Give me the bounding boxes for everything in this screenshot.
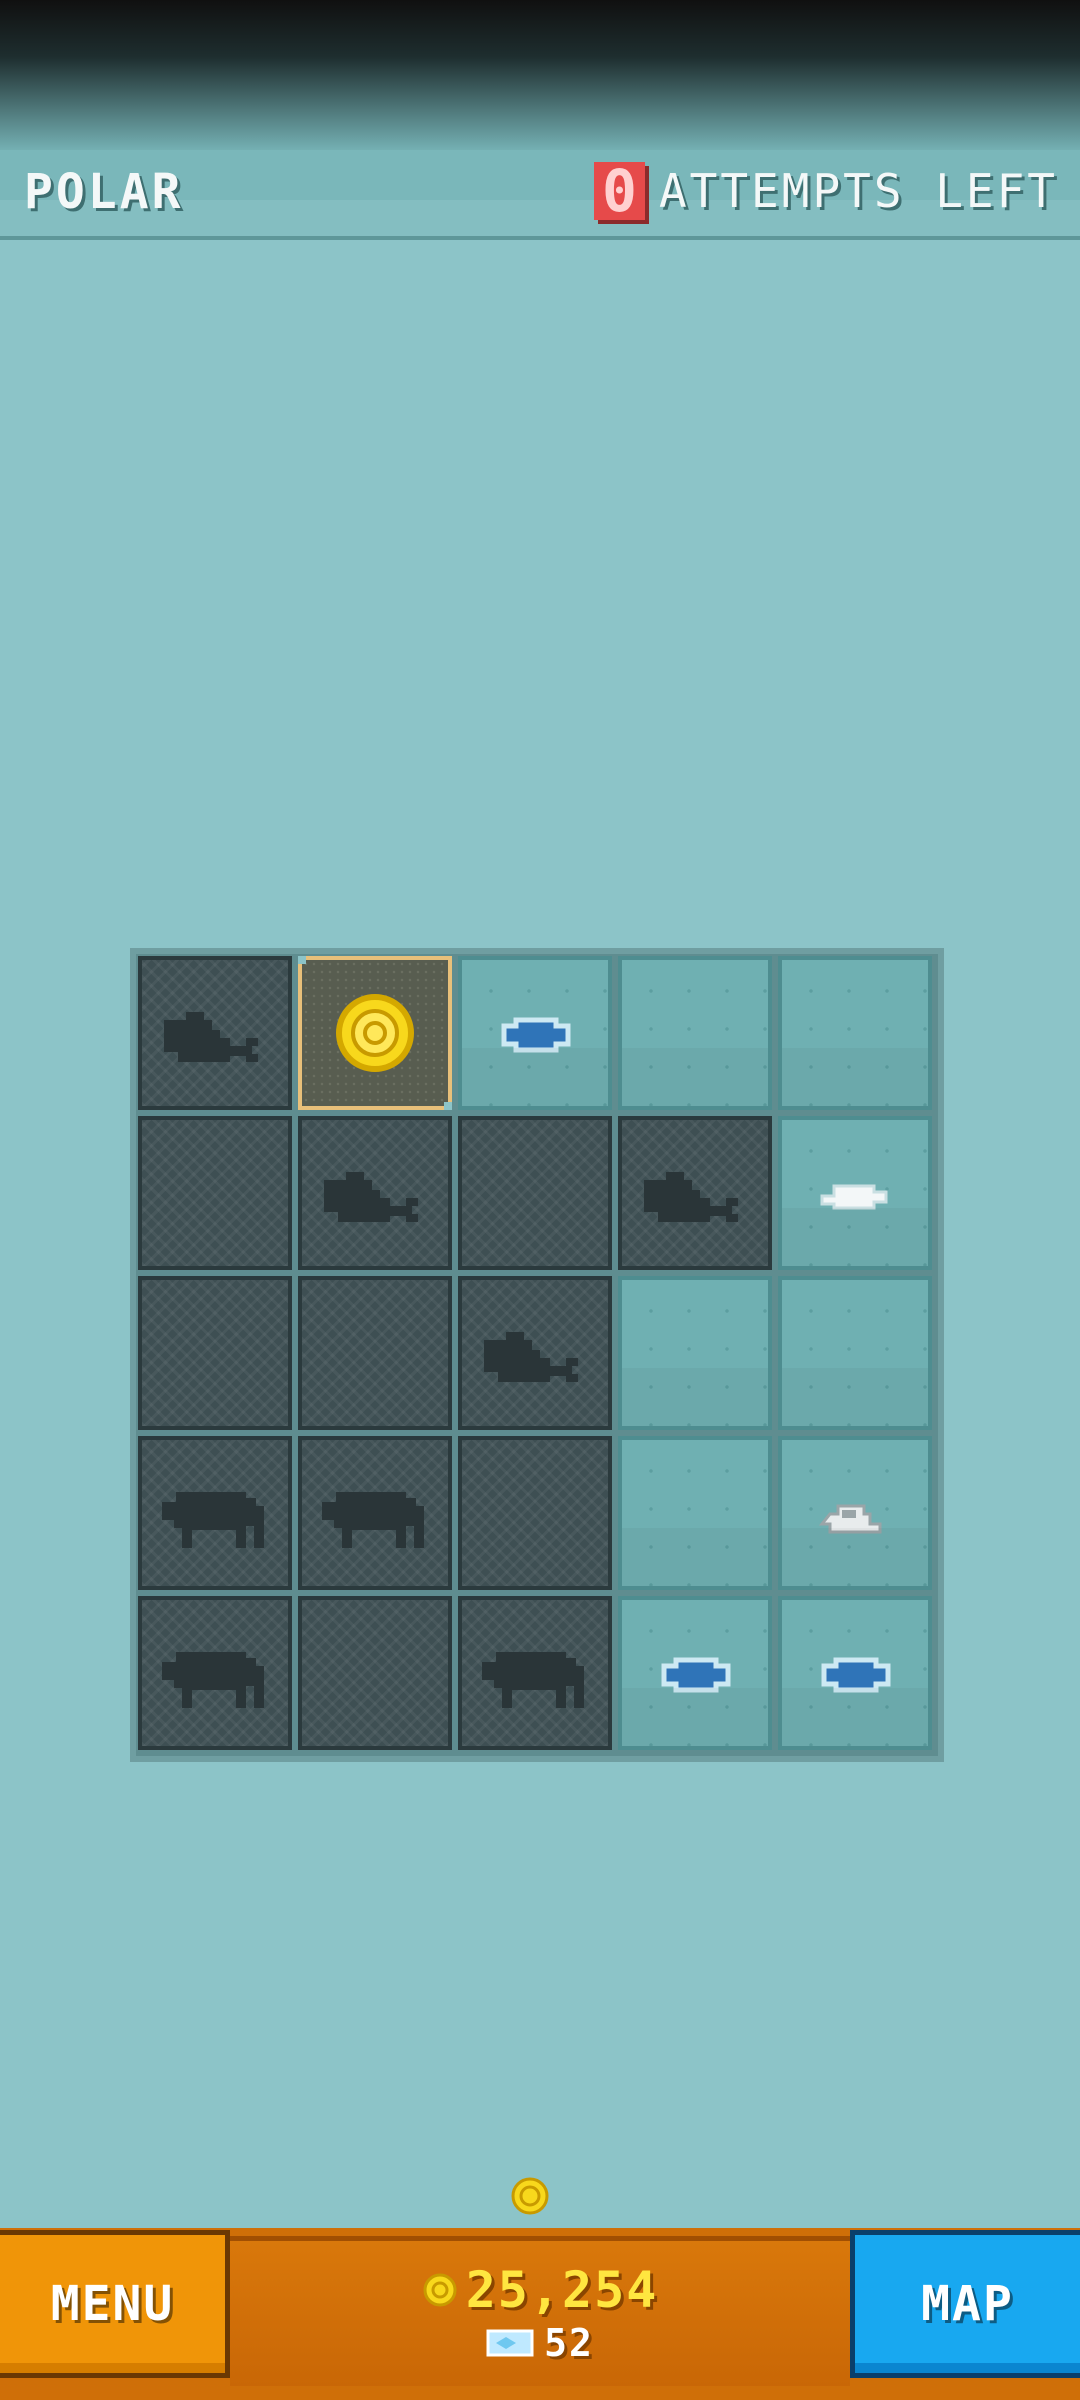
coins-row: 25,254: [230, 2261, 850, 2319]
seal-silhouette-icon: [164, 1012, 258, 1062]
board-cell[interactable]: [778, 1276, 932, 1430]
board-cell[interactable]: [618, 1116, 772, 1270]
seal-silhouette-icon: [644, 1172, 738, 1222]
status-bar: [0, 0, 1080, 150]
muskox-silhouette-icon: [482, 1652, 584, 1708]
seal-silhouette-icon: [324, 1172, 418, 1222]
water-hole-icon: [661, 1657, 731, 1693]
board-cell[interactable]: [618, 1276, 772, 1430]
muskox-silhouette-icon: [322, 1492, 424, 1548]
menu-button-label: MENU: [50, 2276, 175, 2332]
board-cell[interactable]: [778, 1116, 932, 1270]
board-cell[interactable]: [778, 1596, 932, 1750]
attempts-indicator: 0 ATTEMPTS LEFT: [594, 162, 1058, 220]
top-header: POLAR 0 ATTEMPTS LEFT: [0, 150, 1080, 240]
board-cell[interactable]: [458, 1116, 612, 1270]
board-cell[interactable]: [618, 1436, 772, 1590]
board-cell[interactable]: [298, 1436, 452, 1590]
attempts-count: 0: [594, 162, 645, 220]
rock-icon: [818, 1504, 882, 1534]
water-hole-icon: [501, 1017, 571, 1053]
board-cell[interactable]: [458, 1436, 612, 1590]
board-cell[interactable]: [298, 1116, 452, 1270]
menu-button[interactable]: MENU: [0, 2230, 230, 2378]
board-cell[interactable]: [778, 956, 932, 1110]
attempts-label: ATTEMPTS LEFT: [658, 164, 1058, 218]
board-cell[interactable]: [458, 956, 612, 1110]
board-cell[interactable]: [138, 1116, 292, 1270]
map-button[interactable]: MAP: [850, 2230, 1080, 2378]
board-cell[interactable]: [458, 1596, 612, 1750]
level-name: POLAR: [24, 164, 184, 220]
gems-value: 52: [544, 2321, 594, 2365]
fish-icon: [820, 1184, 888, 1210]
seal-silhouette-icon: [484, 1332, 578, 1382]
map-button-label: MAP: [921, 2276, 1014, 2332]
board-cell[interactable]: [298, 1596, 452, 1750]
board-cell[interactable]: [458, 1276, 612, 1430]
game-board: [130, 948, 944, 1762]
gems-row: 52: [230, 2321, 850, 2365]
board-cell[interactable]: [618, 1596, 772, 1750]
coin-icon: [336, 994, 414, 1072]
board-cell[interactable]: [618, 956, 772, 1110]
currency-panel: 25,254 52: [230, 2236, 850, 2386]
board-cell[interactable]: [298, 1276, 452, 1430]
board-cell[interactable]: [138, 1436, 292, 1590]
coins-value: 25,254: [465, 2261, 659, 2319]
ice-gem-icon: [486, 2329, 534, 2357]
board-cell[interactable]: [298, 956, 452, 1110]
board-cell[interactable]: [138, 1276, 292, 1430]
water-hole-icon: [821, 1657, 891, 1693]
board-cell[interactable]: [138, 956, 292, 1110]
coin-icon: [423, 2273, 457, 2307]
board-cell[interactable]: [778, 1436, 932, 1590]
floating-coin-icon: [511, 2177, 549, 2215]
muskox-silhouette-icon: [162, 1492, 264, 1548]
board-cell[interactable]: [138, 1596, 292, 1750]
muskox-silhouette-icon: [162, 1652, 264, 1708]
